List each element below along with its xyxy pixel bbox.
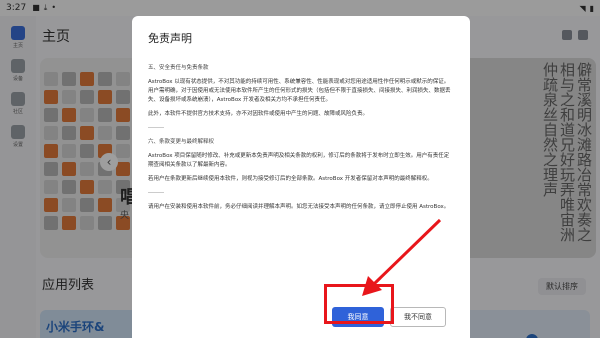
dialog-paragraph: AstroBox 以现有状态提供，不对其功能的持续可用性、系统兼容性、性能表现或… <box>148 79 451 103</box>
dialog-paragraph: 此外，本软件不提供官方技术支持，亦不对因软件或使用中产生的问题、故障或风险负责。 <box>148 111 369 117</box>
dialog-closing: 请用户在安装和使用本软件前，务必仔细阅读并理解本声明。如您无法接受本声明的任何条… <box>148 204 450 210</box>
section-heading: 五、安全责任与免责条款 <box>148 65 209 71</box>
dialog-body: 五、安全责任与免责条款 AstroBox 以现有状态提供，不对其功能的持续可用性… <box>148 60 454 217</box>
disclaimer-dialog: 免责声明 五、安全责任与免责条款 AstroBox 以现有状态提供，不对其功能的… <box>132 16 470 338</box>
annotation-highlight-box <box>324 284 394 324</box>
dialog-paragraph: AstroBox 项目保留随时修改、补充或更新本免责声明及相关条款的权利，修订后… <box>148 153 450 168</box>
divider <box>148 127 164 128</box>
section-heading: 六、条款变更与最终解释权 <box>148 139 215 145</box>
dialog-title: 免责声明 <box>148 32 192 45</box>
divider <box>148 192 164 193</box>
disagree-button[interactable]: 我不同意 <box>390 307 446 327</box>
dialog-paragraph: 若用户在条款更新后继续使用本软件，则视为接受修订后的全部条款。AstroBox … <box>148 176 433 182</box>
